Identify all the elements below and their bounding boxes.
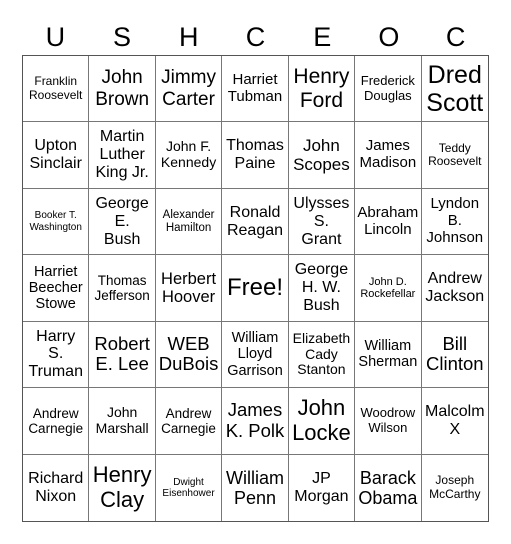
bingo-cell[interactable]: Jimmy Carter: [155, 56, 223, 123]
header-letter: S: [113, 22, 132, 52]
bingo-grid: Franklin Roosevelt John Brown Jimmy Carter…: [22, 55, 489, 522]
bingo-cell[interactable]: Dred Scott: [421, 56, 488, 123]
bingo-cell[interactable]: Herbert Hoover: [155, 255, 223, 322]
bingo-cell[interactable]: Ronald Reagan: [222, 188, 289, 256]
bingo-cell[interactable]: John Scopes: [288, 122, 356, 189]
bingo-cell[interactable]: Booker T. Washington: [23, 188, 90, 256]
bingo-cell[interactable]: Elizabeth Cady Stanton: [288, 321, 356, 389]
bingo-header: USHCEOC: [22, 20, 489, 54]
bingo-cell[interactable]: George E. Bush: [89, 188, 156, 256]
bingo-cell[interactable]: JP Morgan: [289, 454, 356, 521]
bingo-cell[interactable]: Henry Clay: [89, 454, 156, 521]
bingo-cell[interactable]: Abraham Lincoln: [355, 188, 422, 256]
header-letter: O: [378, 22, 400, 52]
bingo-cell[interactable]: Andrew Carnegie: [23, 388, 90, 455]
bingo-cell[interactable]: John Locke: [288, 388, 356, 455]
bingo-cell[interactable]: Franklin Roosevelt: [23, 56, 90, 123]
bingo-cell[interactable]: Ulysses S. Grant: [288, 188, 356, 256]
header-letter: E: [313, 22, 332, 52]
header-letter: C: [445, 22, 466, 52]
bingo-cell[interactable]: Harry S. Truman: [23, 321, 90, 389]
bingo-cell[interactable]: Barack Obama: [355, 454, 422, 521]
bingo-cell[interactable]: Alexander Hamilton: [155, 188, 223, 256]
bingo-cell[interactable]: William Lloyd Garrison: [222, 321, 289, 389]
bingo-cell[interactable]: Harriet Beecher Stowe: [23, 255, 90, 322]
bingo-cell[interactable]: John Brown: [89, 56, 156, 123]
free-space-cell[interactable]: Free!: [222, 255, 289, 322]
header-letter: H: [179, 22, 199, 52]
bingo-cell[interactable]: WEB DuBois: [155, 321, 223, 389]
bingo-cell[interactable]: Andrew Jackson: [421, 255, 488, 322]
bingo-cell[interactable]: John D. Rockefellar: [355, 255, 422, 322]
bingo-cell[interactable]: Woodrow Wilson: [355, 388, 422, 455]
bingo-cell[interactable]: Teddy Roosevelt: [421, 122, 488, 189]
bingo-cell[interactable]: Thomas Paine: [222, 122, 289, 189]
bingo-cell[interactable]: Upton Sinclair: [23, 122, 90, 189]
header-letter: U: [45, 22, 66, 52]
bingo-cell[interactable]: Thomas Jefferson: [89, 255, 156, 322]
bingo-cell[interactable]: Malcolm X: [421, 388, 488, 455]
bingo-cell[interactable]: Robert E. Lee: [89, 321, 156, 389]
bingo-cell[interactable]: Bill Clinton: [421, 322, 488, 389]
bingo-cell[interactable]: Richard Nixon: [23, 454, 90, 521]
bingo-cell[interactable]: Frederick Douglas: [355, 56, 422, 123]
bingo-cell[interactable]: Dwight Eisenhower: [156, 454, 223, 521]
bingo-cell[interactable]: Lyndon B. Johnson: [421, 189, 488, 256]
header-letter: C: [245, 22, 266, 52]
bingo-cell[interactable]: Joseph McCarthy: [422, 455, 488, 521]
bingo-cell[interactable]: Henry Ford: [288, 56, 356, 123]
bingo-cell[interactable]: Andrew Carnegie: [155, 388, 223, 455]
bingo-cell[interactable]: Harriet Tubman: [222, 56, 289, 123]
bingo-cell[interactable]: John Marshall: [89, 388, 156, 455]
bingo-cell[interactable]: William Sherman: [355, 321, 422, 389]
bingo-cell[interactable]: John F. Kennedy: [155, 122, 223, 189]
bingo-cell[interactable]: George H. W. Bush: [288, 255, 356, 322]
bingo-cell[interactable]: Martin Luther King Jr.: [89, 122, 156, 189]
bingo-cell[interactable]: James K. Polk: [222, 388, 289, 455]
bingo-cell[interactable]: James Madison: [355, 122, 422, 189]
bingo-cell[interactable]: William Penn: [222, 454, 289, 521]
